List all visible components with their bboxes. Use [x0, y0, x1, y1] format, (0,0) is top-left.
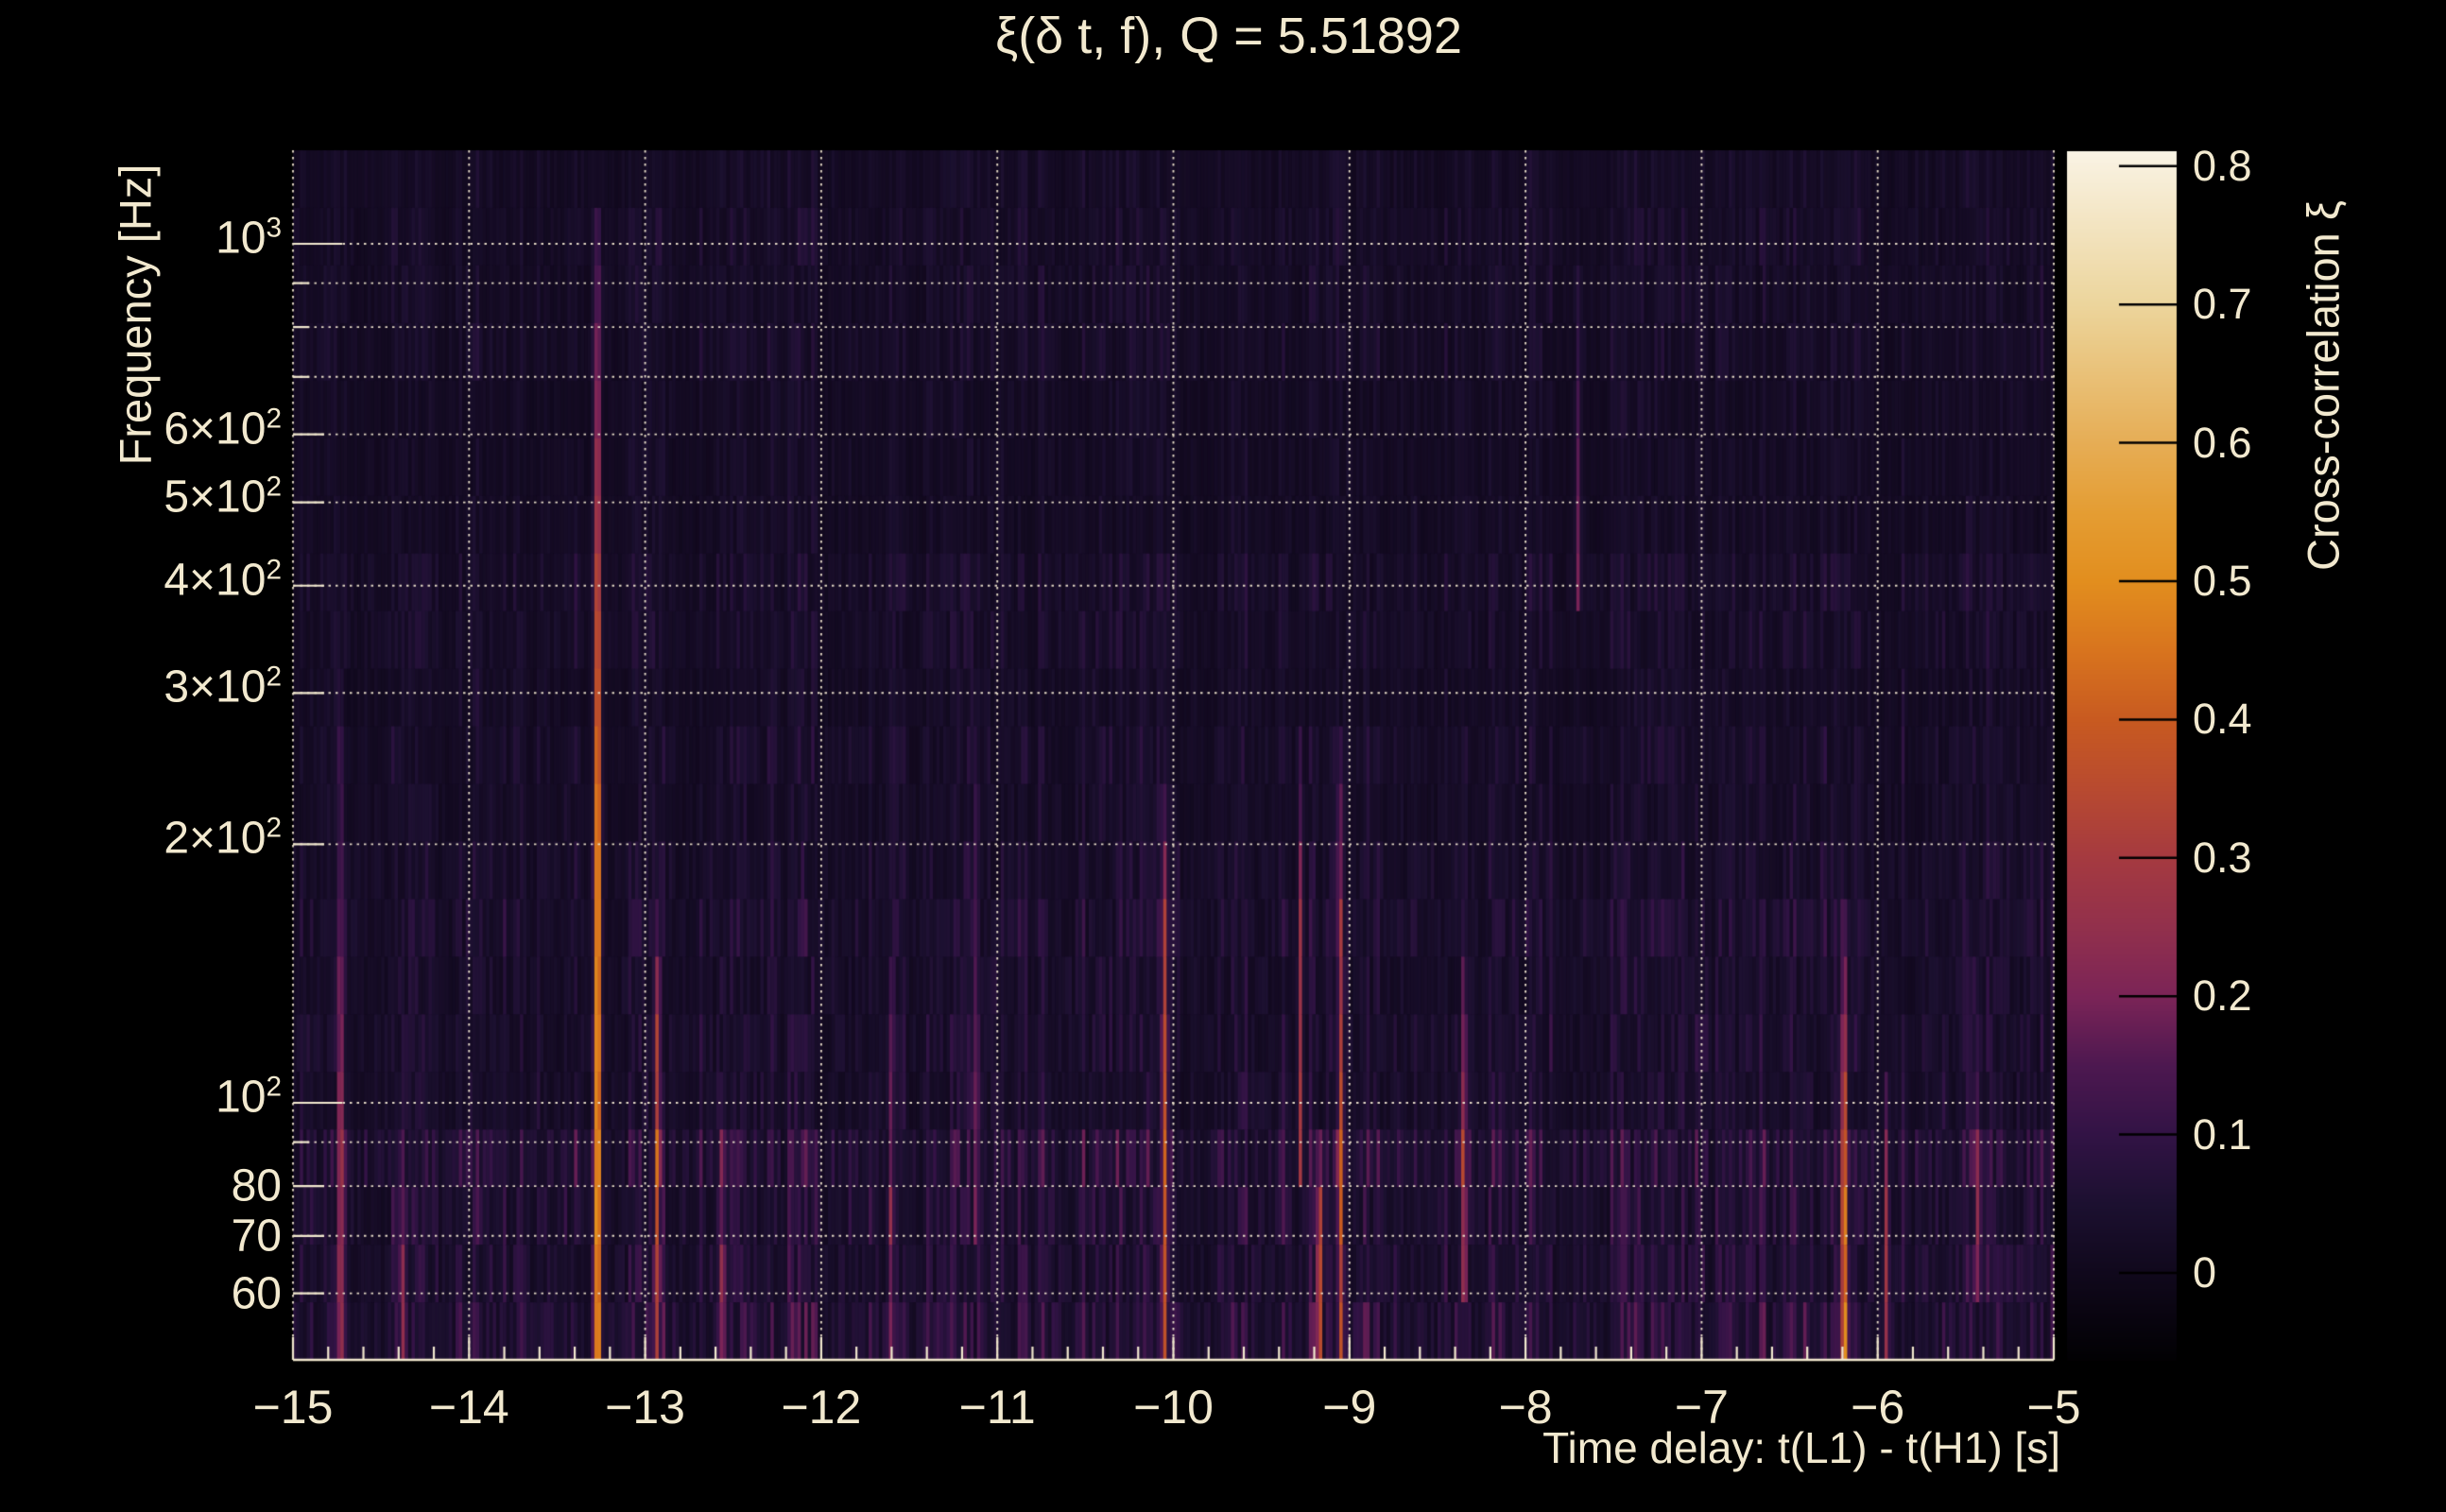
x-tick-label: −12 — [781, 1381, 862, 1434]
colorbar-tick-label: 0 — [2193, 1248, 2217, 1297]
y-tick-label: 80 — [231, 1160, 282, 1211]
colorbar-title: Cross-correlation ξ — [2298, 200, 2349, 571]
colorbar-tick-label: 0.3 — [2193, 833, 2252, 882]
colorbar-tick-label: 0.4 — [2193, 695, 2252, 744]
y-tick-label: 3×102 — [164, 661, 282, 713]
correlation-heatmap-canvas — [0, 0, 2446, 1512]
y-axis-title: Frequency [Hz] — [110, 163, 161, 466]
page-title: ξ(δ t, f), Q = 5.51892 — [995, 8, 1462, 64]
y-tick-label: 60 — [231, 1268, 282, 1319]
y-tick-label: 103 — [215, 212, 282, 264]
colorbar-tick-label: 0.5 — [2193, 557, 2252, 605]
y-tick-label: 5×102 — [164, 471, 282, 523]
y-tick-label: 4×102 — [164, 554, 282, 606]
colorbar-tick-label: 0.1 — [2193, 1109, 2252, 1159]
x-tick-label: −10 — [1133, 1381, 1214, 1434]
colorbar-tick-label: 0.8 — [2193, 141, 2252, 190]
x-tick-label: −5 — [2026, 1381, 2081, 1434]
colorbar-tick-label: 0.2 — [2193, 971, 2252, 1021]
colorbar-tick-label: 0.7 — [2193, 280, 2252, 329]
y-tick-label: 2×102 — [164, 812, 282, 864]
x-tick-label: −15 — [252, 1381, 334, 1434]
x-tick-label: −11 — [958, 1381, 1036, 1434]
x-tick-label: −6 — [1851, 1381, 1905, 1434]
x-tick-label: −14 — [428, 1381, 509, 1434]
x-tick-label: −9 — [1322, 1381, 1377, 1434]
x-tick-label: −8 — [1498, 1381, 1553, 1434]
x-tick-label: −7 — [1674, 1381, 1729, 1434]
x-tick-label: −13 — [605, 1381, 686, 1434]
y-tick-label: 70 — [231, 1211, 282, 1262]
colorbar-tick-label: 0.6 — [2193, 418, 2252, 467]
spectrogram-figure: ξ(δ t, f), Q = 5.51892 Time delay: t(L1)… — [0, 0, 2446, 1512]
y-tick-label: 102 — [215, 1071, 282, 1123]
x-axis-title: Time delay: t(L1) - t(H1) [s] — [1542, 1423, 2060, 1472]
y-tick-label: 6×102 — [164, 403, 282, 455]
